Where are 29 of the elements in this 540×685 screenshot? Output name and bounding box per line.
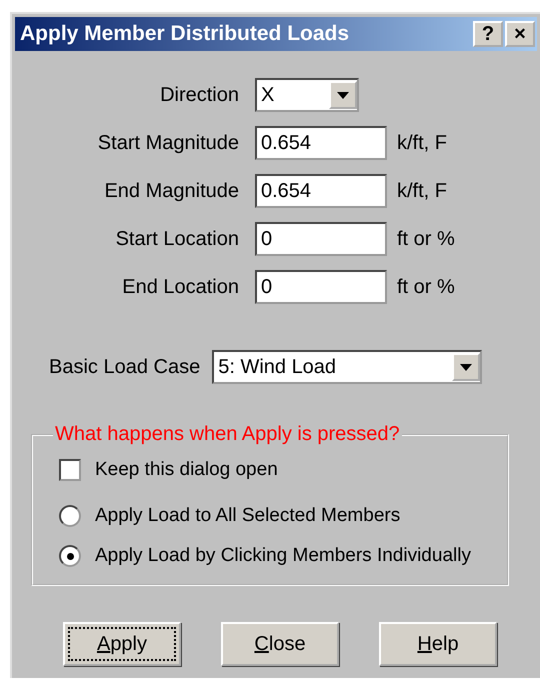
checkbox-label[interactable]: Keep this dialog open (95, 459, 278, 481)
radio-button[interactable] (59, 505, 81, 527)
field-label: End Magnitude (103, 180, 239, 202)
radio-label[interactable]: Apply Load by Clicking Members Individually (95, 545, 471, 567)
field-label: Direction (159, 84, 239, 106)
unit-label: k/ft, F (397, 132, 447, 154)
field-label: Basic Load Case (49, 356, 200, 378)
input-field[interactable]: 0 (255, 222, 387, 256)
group-title: What happens when Apply is pressed? (54, 423, 401, 446)
direction-dropdown[interactable]: X (255, 78, 359, 112)
field-label: Start Magnitude (96, 132, 239, 154)
dialog-button[interactable]: Apply (63, 622, 181, 666)
unit-label: k/ft, F (397, 180, 447, 202)
input-field[interactable]: 0.654 (255, 126, 387, 160)
field-label: Start Location (114, 228, 239, 250)
input-field[interactable]: 0 (255, 270, 387, 304)
radio-button[interactable] (59, 545, 81, 567)
dialog-button[interactable]: Help (379, 622, 497, 666)
unit-label: ft or % (397, 228, 455, 250)
window-title: Apply Member Distributed Loads (20, 22, 350, 46)
dialog-button[interactable]: Close (221, 622, 339, 666)
load-case-dropdown[interactable]: 5: Wind Load (212, 350, 482, 384)
close-button[interactable]: × (505, 21, 535, 47)
unit-label: ft or % (397, 276, 455, 298)
input-field[interactable]: 0.654 (255, 174, 387, 208)
radio-label[interactable]: Apply Load to All Selected Members (95, 505, 400, 527)
help-button[interactable]: ? (473, 21, 503, 47)
field-label: End Location (121, 276, 239, 298)
checkbox[interactable] (59, 459, 81, 481)
